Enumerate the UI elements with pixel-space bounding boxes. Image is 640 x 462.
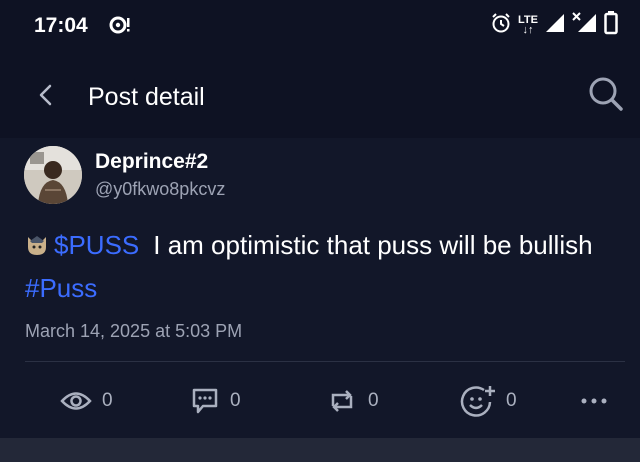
more-options-button[interactable] (580, 384, 608, 418)
post-actions: 0 0 0 0 (0, 376, 640, 426)
views-count: 0 (102, 390, 113, 411)
search-icon (589, 77, 623, 111)
alarm-icon (490, 12, 512, 39)
cat-emoji-icon (25, 227, 49, 255)
divider (25, 361, 625, 362)
comment-action[interactable]: 0 (190, 384, 241, 418)
status-icons: LTE ↓↑ (490, 10, 618, 40)
signal-icon (544, 12, 566, 39)
post-card: Deprince#2 @y0fkwo8pkcvz $PUSS I am optim… (0, 138, 640, 438)
repost-icon (331, 390, 353, 412)
more-icon (581, 398, 607, 404)
app-bar: Post detail (0, 52, 640, 138)
ticker-link[interactable]: $PUSS (54, 230, 139, 260)
reposts-count: 0 (368, 390, 379, 411)
back-button[interactable] (28, 77, 64, 113)
status-bar: 17:04 LTE ↓↑ (0, 0, 640, 52)
next-item-edge (0, 438, 640, 462)
status-time: 17:04 (34, 14, 88, 37)
lte-indicator: LTE ↓↑ (518, 14, 538, 36)
repost-action[interactable]: 0 (326, 384, 379, 418)
post-text: $PUSS I am optimistic that puss will be b… (25, 224, 615, 310)
battery-icon (604, 10, 618, 40)
chevron-left-icon (39, 84, 52, 106)
hashtag-link[interactable]: #Puss (25, 273, 97, 303)
comment-icon (192, 388, 218, 414)
eye-icon (60, 392, 92, 410)
notification-icon (108, 13, 132, 42)
page-title: Post detail (88, 83, 205, 111)
signal-no-service-icon (572, 11, 598, 39)
reactions-count: 0 (506, 390, 517, 411)
author-handle: @y0fkwo8pkcvz (95, 179, 226, 199)
views-action[interactable]: 0 (60, 384, 113, 418)
post-body: I am optimistic that puss will be bullis… (153, 230, 593, 260)
search-button[interactable] (586, 74, 626, 114)
add-reaction-icon (460, 386, 495, 417)
comments-count: 0 (230, 390, 241, 411)
react-action[interactable]: 0 (460, 384, 517, 418)
avatar[interactable] (24, 146, 82, 204)
author-name[interactable]: Deprince#2 (95, 150, 208, 174)
post-timestamp: March 14, 2025 at 5:03 PM (25, 321, 243, 341)
